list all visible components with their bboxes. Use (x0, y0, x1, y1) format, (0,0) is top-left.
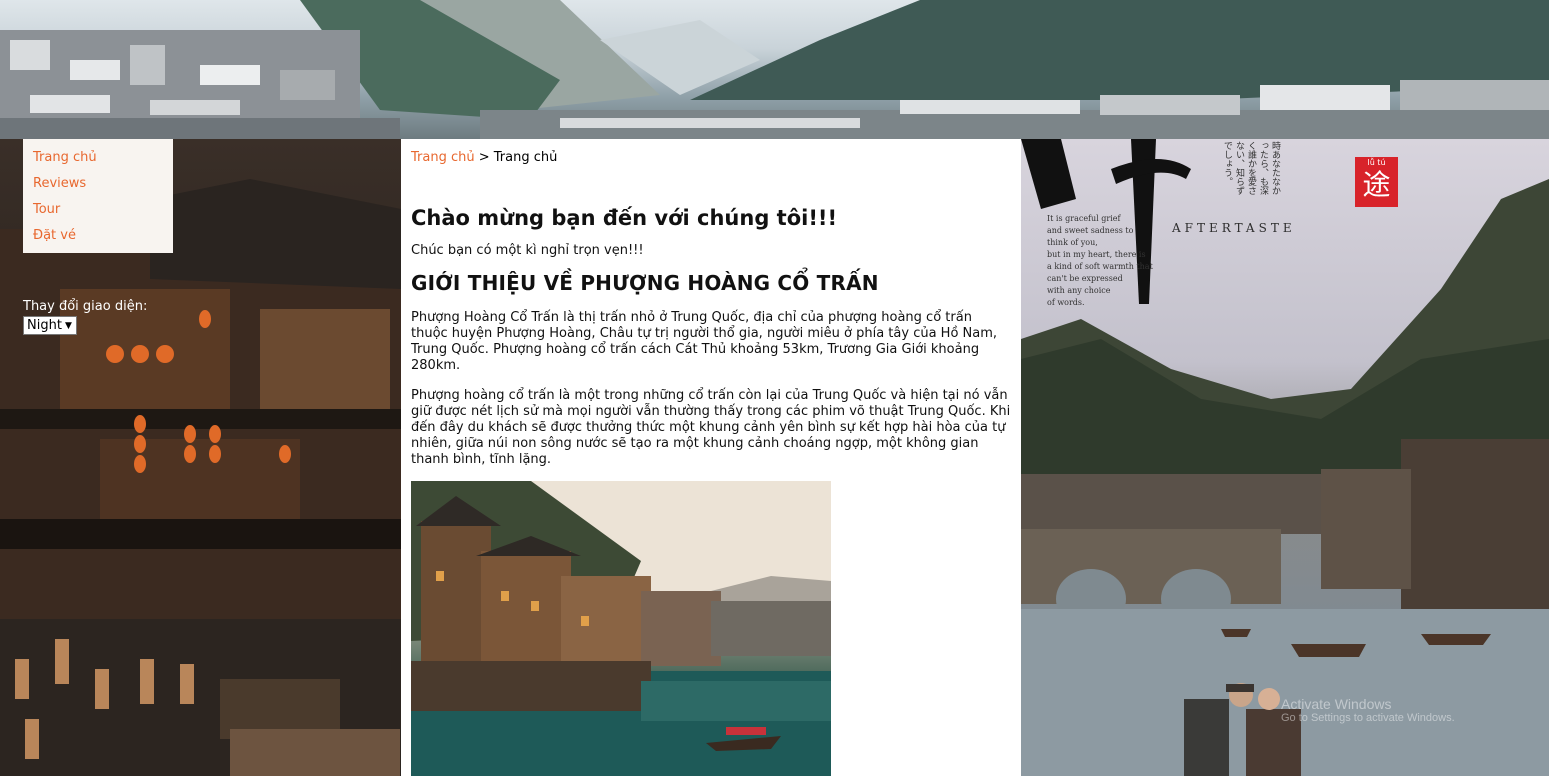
nav-item-reviews[interactable]: Reviews (33, 171, 173, 197)
poem-line: think of you, (1047, 238, 1098, 247)
poem-line: of words. (1047, 298, 1085, 307)
nav-item-tour[interactable]: Tour (33, 197, 173, 223)
theme-select[interactable]: Night ▼ (23, 316, 77, 335)
poem-line: can't be expressed (1047, 274, 1123, 283)
main-nav-menu: Trang chủ Reviews Tour Đặt vé (23, 139, 173, 253)
poem-line: but in my heart, there is (1047, 250, 1146, 259)
welcome-subtext: Chúc bạn có một kì nghỉ trọn vẹn!!! (411, 243, 644, 258)
theme-switcher: Thay đổi giao diện: Night ▼ (23, 299, 147, 335)
theme-select-value: Night (27, 318, 62, 333)
header-banner-image (0, 0, 1549, 139)
left-sidebar: Trang chủ Reviews Tour Đặt vé Thay đổi g… (0, 139, 401, 776)
intro-paragraph-1: Phượng Hoàng Cổ Trấn là thị trấn nhỏ ở T… (411, 310, 998, 373)
poster-title: AFTERTASTE (1172, 221, 1296, 235)
poster-red-seal: lǚ tú 途 (1355, 157, 1398, 207)
nav-item-home[interactable]: Trang chủ (33, 145, 173, 171)
poem-line: and sweet sadness to (1047, 226, 1134, 235)
breadcrumb-current: Trang chủ (493, 150, 558, 165)
poem-line: It is graceful grief (1047, 214, 1121, 223)
poem-line: a kind of soft warmth that (1047, 262, 1153, 271)
poem-line: with any choice (1047, 286, 1111, 295)
right-poster-image: 時あなたなかったら、も深く誰かを愛さない、知らずでしょう。 lǚ tú 途 AF… (1021, 139, 1549, 776)
theme-switch-label: Thay đổi giao diện: (23, 299, 148, 314)
breadcrumb: Trang chủ > Trang chủ (411, 149, 1011, 167)
nav-item-booking[interactable]: Đặt vé (33, 223, 173, 249)
main-content: Trang chủ > Trang chủ Chào mừng bạn đến … (401, 139, 1021, 776)
seal-character: 途 (1362, 168, 1391, 201)
breadcrumb-separator: > (478, 150, 490, 165)
poster-poem: It is graceful grief and sweet sadness t… (1047, 213, 1153, 309)
chevron-down-icon: ▼ (64, 321, 72, 331)
poster-japanese-text: 時あなたなかったら、も深く誰かを愛さない、知らずでしょう。 (1222, 141, 1280, 195)
intro-paragraph-2: Phượng hoàng cổ trấn là một trong những … (411, 388, 1011, 467)
breadcrumb-home-link[interactable]: Trang chủ (411, 150, 475, 165)
town-river-photo (411, 481, 831, 776)
watermark-title: Activate Windows (1281, 696, 1392, 712)
intro-heading: GIỚI THIỆU VỀ PHƯỢNG HOÀNG CỔ TRẤN (411, 271, 879, 295)
welcome-heading: Chào mừng bạn đến với chúng tôi!!! (411, 206, 838, 230)
watermark-subtitle: Go to Settings to activate Windows. (1281, 712, 1455, 724)
windows-activation-watermark: Activate Windows Go to Settings to activ… (1281, 696, 1455, 724)
